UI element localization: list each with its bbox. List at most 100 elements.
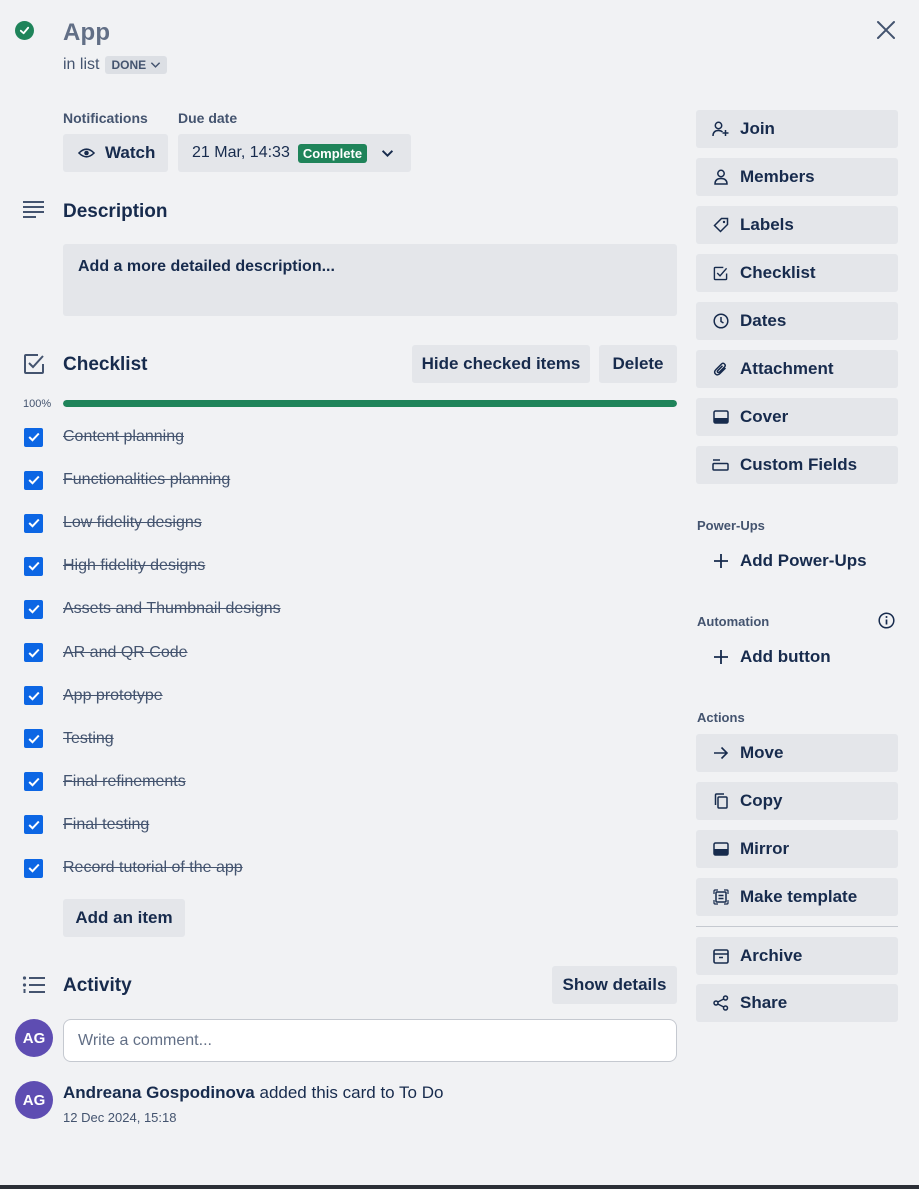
show-details-button[interactable]: Show details	[552, 966, 677, 1004]
add-button-button[interactable]: Add button	[696, 639, 898, 675]
check-icon	[28, 863, 40, 873]
checkbox[interactable]	[24, 772, 43, 792]
checklist-item-text[interactable]: Assets and Thumbnail designs	[63, 600, 281, 618]
checklist-item[interactable]: Final refinements	[24, 770, 186, 794]
checkbox[interactable]	[24, 686, 43, 706]
activity-avatar[interactable]: AG	[15, 1081, 53, 1119]
info-icon[interactable]	[878, 612, 895, 634]
add-item-button[interactable]: Add an item	[63, 899, 185, 937]
powerups-heading: Power-Ups	[697, 518, 765, 533]
window-bottom-edge	[0, 1185, 919, 1189]
checklist-item-text[interactable]: Functionalities planning	[63, 471, 230, 489]
progress-bar	[63, 400, 677, 407]
checklist-item[interactable]: High fidelity designs	[24, 554, 205, 578]
archive-label: Archive	[740, 946, 803, 965]
sidebar-button-members[interactable]: Members	[696, 158, 898, 196]
sidebar-button-cover[interactable]: Cover	[696, 398, 898, 436]
notifications-label: Notifications	[63, 110, 148, 126]
checklist-item[interactable]: Final testing	[24, 813, 149, 837]
checkbox[interactable]	[24, 513, 43, 533]
checklist-item-text[interactable]: Record tutorial of the app	[63, 859, 243, 877]
checklist-item[interactable]: AR and QR Code	[24, 641, 188, 665]
checkbox[interactable]	[24, 643, 43, 662]
automation-heading: Automation	[697, 614, 770, 629]
due-date-label: Due date	[178, 110, 238, 126]
sidebar-button-attachment[interactable]: Attachment	[696, 350, 898, 388]
description-title: Description	[63, 201, 168, 222]
checklist-item[interactable]: Functionalities planning	[24, 468, 230, 492]
activity-icon	[22, 975, 46, 1000]
description-field[interactable]: Add a more detailed description...	[63, 244, 677, 316]
tag-icon	[712, 217, 729, 234]
close-icon	[877, 21, 895, 39]
checklist-icon	[23, 353, 45, 380]
action-button-mirror[interactable]: Mirror	[696, 830, 898, 868]
checklist-item-text[interactable]: Final refinements	[63, 773, 186, 791]
close-button[interactable]	[872, 16, 900, 44]
checklist-item[interactable]: Low fidelity designs	[24, 511, 202, 535]
checklist-title: Checklist	[63, 354, 148, 375]
checkbox[interactable]	[24, 556, 43, 576]
sidebar-button-join[interactable]: Join	[696, 110, 898, 148]
checklist-item[interactable]: Content planning	[24, 425, 184, 449]
progress-fill	[63, 400, 677, 407]
activity-title: Activity	[63, 975, 132, 996]
list-name-dropdown[interactable]: DONE	[105, 56, 168, 74]
action-button-move[interactable]: Move	[696, 734, 898, 772]
card-list-info: in list DONE	[63, 56, 168, 74]
checklist-item[interactable]: Assets and Thumbnail designs	[24, 597, 281, 621]
activity-timestamp[interactable]: 12 Dec 2024, 15:18	[63, 1110, 176, 1125]
checkbox[interactable]	[24, 599, 43, 619]
checklist-item[interactable]: Testing	[24, 727, 114, 751]
checklist-item-text[interactable]: Testing	[63, 730, 114, 748]
archive-button[interactable]: Archive	[696, 937, 898, 975]
action-button-make-template[interactable]: Make template	[696, 878, 898, 916]
sidebar-button-labels[interactable]: Labels	[696, 206, 898, 244]
sidebar-button-label: Labels	[740, 215, 794, 234]
checklist-item-text[interactable]: High fidelity designs	[63, 557, 205, 575]
checklist-item-text[interactable]: Content planning	[63, 428, 184, 446]
activity-action: added this card to To Do	[259, 1083, 444, 1102]
custom-fields-icon	[712, 457, 729, 474]
checkbox[interactable]	[24, 858, 43, 878]
checklist-item-text[interactable]: Low fidelity designs	[63, 514, 202, 532]
share-icon	[712, 995, 729, 1012]
sidebar-button-dates[interactable]: Dates	[696, 302, 898, 340]
checkbox[interactable]	[24, 729, 43, 749]
list-name: DONE	[111, 58, 147, 72]
checklist-item[interactable]: Record tutorial of the app	[24, 856, 243, 880]
check-icon	[28, 691, 40, 701]
action-button-copy[interactable]: Copy	[696, 782, 898, 820]
template-icon	[712, 889, 729, 906]
sidebar-button-label: Join	[740, 119, 775, 138]
checkbox[interactable]	[24, 815, 43, 835]
card-complete-check-icon[interactable]	[15, 21, 34, 40]
sidebar-button-label: Attachment	[740, 359, 834, 378]
comment-input[interactable]: Write a comment...	[63, 1019, 677, 1062]
checklist-item-text[interactable]: AR and QR Code	[63, 644, 188, 662]
checkbox[interactable]	[24, 427, 43, 447]
watch-button[interactable]: Watch	[63, 134, 168, 172]
avatar[interactable]: AG	[15, 1019, 53, 1057]
sidebar-button-label: Cover	[740, 407, 789, 426]
activity-author[interactable]: Andreana Gospodinova	[63, 1083, 255, 1102]
sidebar-button-checklist[interactable]: Checklist	[696, 254, 898, 292]
check-icon	[28, 820, 40, 830]
due-status-badge: Complete	[297, 143, 368, 163]
card-title[interactable]: App	[63, 19, 110, 47]
check-icon	[28, 432, 40, 442]
checkbox[interactable]	[24, 470, 43, 490]
checklist-item[interactable]: App prototype	[24, 684, 163, 708]
sidebar-button-custom-fields[interactable]: Custom Fields	[696, 446, 898, 484]
hide-checked-items-button[interactable]: Hide checked items	[412, 345, 590, 383]
due-date-value: 21 Mar, 14:33	[192, 144, 290, 161]
copy-icon	[712, 793, 729, 810]
activity-entry: Andreana Gospodinova added this card to …	[63, 1083, 443, 1103]
mirror-icon	[712, 841, 729, 858]
add-powerups-button[interactable]: Add Power-Ups	[696, 543, 898, 579]
delete-checklist-button[interactable]: Delete	[599, 345, 677, 383]
checklist-item-text[interactable]: App prototype	[63, 687, 163, 705]
share-button[interactable]: Share	[696, 984, 898, 1022]
checklist-item-text[interactable]: Final testing	[63, 816, 149, 834]
due-date-button[interactable]: 21 Mar, 14:33 Complete	[178, 134, 411, 172]
